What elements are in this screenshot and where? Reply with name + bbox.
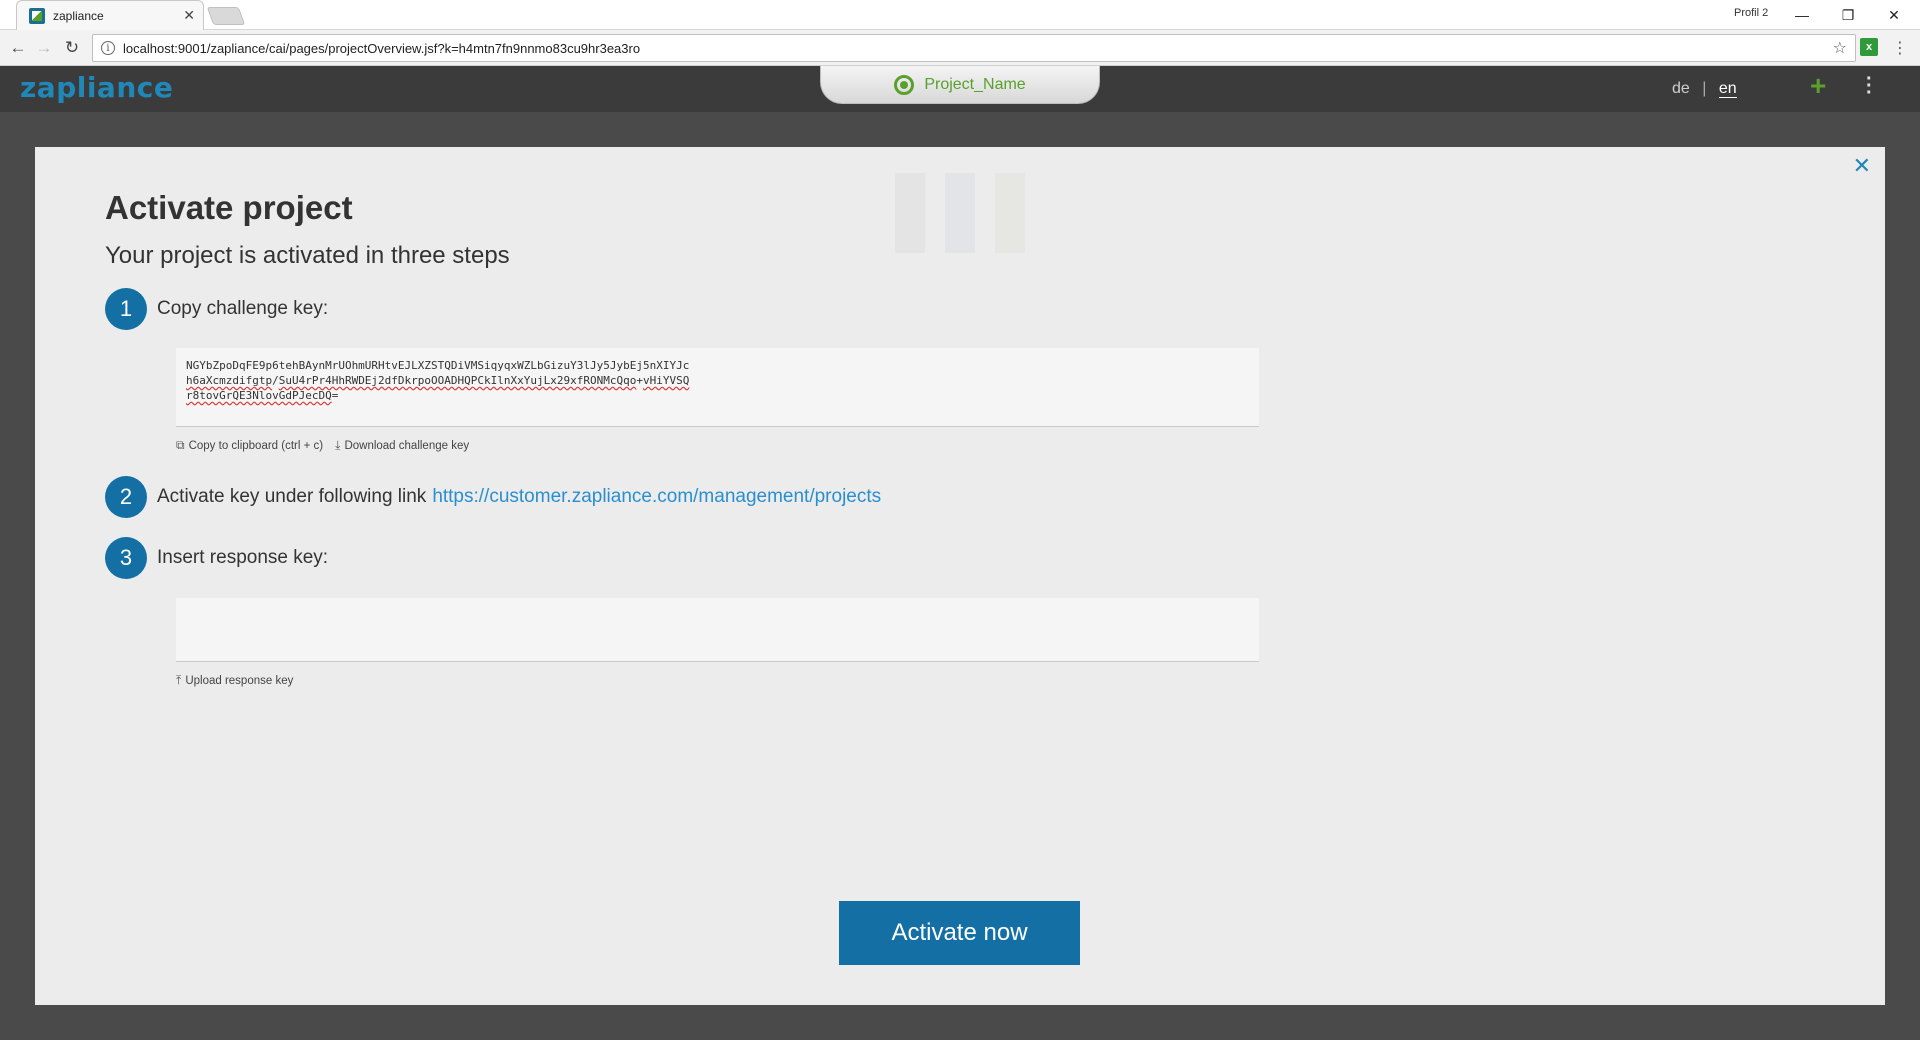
- challenge-key-line: r8tovGrQE3NlovGdPJecDQ=: [186, 389, 339, 402]
- browser-tabstrip: zapliance ✕ Profil 2 — ❐ ✕: [0, 0, 1920, 30]
- modal-subtitle: Your project is activated in three steps: [105, 242, 510, 269]
- step-number-badge: 2: [105, 476, 147, 518]
- step-2: 2 Activate key under following link http…: [105, 476, 881, 518]
- project-icon: [894, 74, 915, 95]
- bookmark-star-icon[interactable]: ☆: [1833, 38, 1847, 58]
- close-modal-icon[interactable]: ✕: [1853, 153, 1871, 179]
- zapliance-logo[interactable]: zapliance: [20, 71, 173, 104]
- browser-toolbar: ← → ↻ i localhost:9001/zapliance/cai/pag…: [0, 30, 1920, 66]
- info-icon[interactable]: i: [101, 41, 115, 55]
- response-key-input[interactable]: [176, 598, 1259, 662]
- address-bar[interactable]: i localhost:9001/zapliance/cai/pages/pro…: [92, 34, 1856, 62]
- step-number-badge: 3: [105, 537, 147, 579]
- zapliance-favicon-icon: [29, 7, 45, 24]
- activate-now-button[interactable]: Activate now: [839, 901, 1080, 965]
- lang-separator: |: [1702, 80, 1707, 97]
- step-number-badge: 1: [105, 288, 147, 330]
- forward-arrow-icon[interactable]: →: [32, 36, 56, 60]
- challenge-key-box[interactable]: NGYbZpoDqFE9p6tehBAynMrUOhmURHtvEJLXZSTQ…: [176, 348, 1259, 427]
- download-label: Download challenge key: [344, 439, 470, 452]
- step-3-label: Insert response key:: [157, 547, 329, 568]
- language-switcher: de | en: [1672, 80, 1737, 98]
- reload-icon[interactable]: ↻: [60, 36, 84, 60]
- download-icon: ⤓: [335, 438, 341, 452]
- response-key-actions: ⤒ Upload response key: [176, 673, 305, 688]
- upload-icon: ⤒: [176, 673, 182, 687]
- add-plus-icon[interactable]: +: [1810, 70, 1826, 102]
- project-selector[interactable]: Project_Name: [820, 66, 1100, 104]
- background-placeholder: [945, 173, 975, 253]
- copy-to-clipboard-button[interactable]: ⧉ Copy to clipboard (ctrl + c): [176, 438, 323, 453]
- challenge-key-line: NGYbZpoDqFE9p6tehBAynMrUOhmURHtvEJLXZSTQ…: [186, 359, 690, 372]
- background-placeholder: [895, 173, 925, 253]
- modal-title: Activate project: [105, 189, 353, 226]
- step-2-label: Activate key under following link: [157, 486, 427, 507]
- step-1: 1 Copy challenge key:: [105, 288, 328, 330]
- step-3: 3 Insert response key:: [105, 537, 328, 579]
- challenge-key-actions: ⧉ Copy to clipboard (ctrl + c) ⤓ Downloa…: [176, 438, 481, 453]
- upload-label: Upload response key: [185, 674, 294, 687]
- customer-portal-link[interactable]: https://customer.zapliance.com/managemen…: [432, 486, 881, 508]
- url-text[interactable]: localhost:9001/zapliance/cai/pages/proje…: [123, 41, 1833, 56]
- close-window-icon[interactable]: ✕: [1876, 3, 1912, 27]
- project-name: Project_Name: [924, 75, 1026, 93]
- lang-de-link[interactable]: de: [1672, 80, 1690, 97]
- tab-title: zapliance: [53, 8, 104, 23]
- browser-menu-icon[interactable]: ⋮: [1892, 38, 1908, 58]
- challenge-key-line: h6aXcmzdifgtp/SuU4rPr4HhRWDEj2dfDkrpoOOA…: [186, 374, 690, 387]
- step-1-label: Copy challenge key:: [157, 298, 329, 319]
- back-arrow-icon[interactable]: ←: [6, 36, 30, 60]
- profile-label[interactable]: Profil 2: [1734, 7, 1768, 19]
- browser-tab[interactable]: zapliance ✕: [16, 0, 204, 30]
- challenge-key-text[interactable]: NGYbZpoDqFE9p6tehBAynMrUOhmURHtvEJLXZSTQ…: [186, 358, 1249, 403]
- more-options-icon[interactable]: · · ·: [1866, 69, 1873, 103]
- copy-label: Copy to clipboard (ctrl + c): [188, 439, 324, 452]
- copy-icon: ⧉: [176, 438, 185, 452]
- app-header: zapliance Project_Name de | en + · · ·: [0, 66, 1920, 112]
- lang-en-link[interactable]: en: [1718, 80, 1737, 98]
- download-challenge-key-button[interactable]: ⤓ Download challenge key: [335, 438, 469, 453]
- restore-icon[interactable]: ❐: [1830, 3, 1866, 27]
- extension-icon[interactable]: x: [1860, 38, 1878, 56]
- activate-project-modal: ✕ Activate project Your project is activ…: [35, 147, 1885, 1005]
- upload-response-key-button[interactable]: ⤒ Upload response key: [176, 673, 293, 688]
- tab-close-icon[interactable]: ✕: [183, 7, 195, 24]
- background-placeholder: [995, 173, 1025, 253]
- minimize-icon[interactable]: —: [1784, 3, 1820, 27]
- new-tab-button[interactable]: [206, 7, 246, 25]
